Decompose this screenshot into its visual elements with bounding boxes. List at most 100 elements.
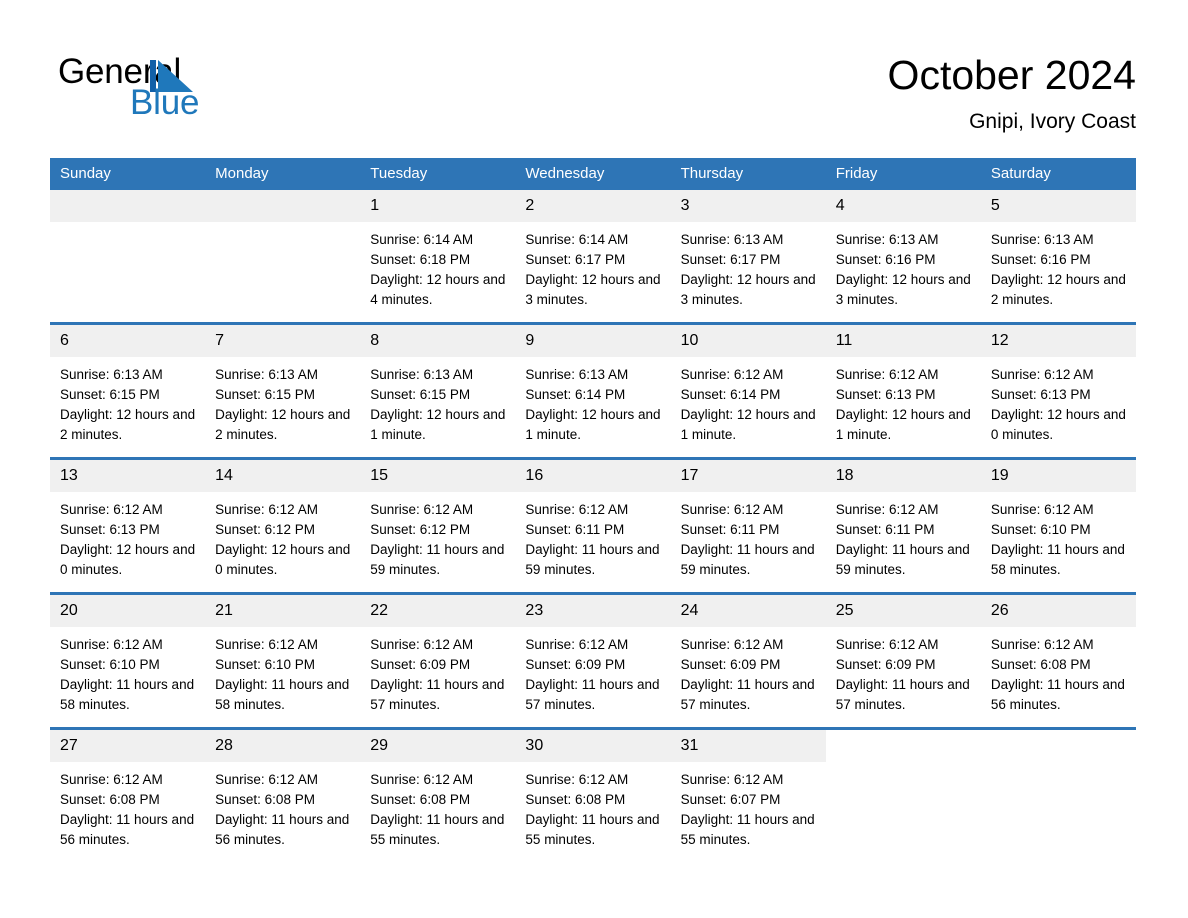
day-details: Sunrise: 6:12 AM Sunset: 6:11 PM Dayligh…: [515, 492, 670, 580]
daylight-text: Daylight: 11 hours and 57 minutes.: [835, 677, 970, 712]
day-number: 26: [980, 595, 1136, 627]
day-details: Sunrise: 6:13 AM Sunset: 6:15 PM Dayligh…: [50, 357, 205, 445]
sunset-text: Sunset: 6:09 PM: [525, 657, 626, 672]
calendar-day-cell[interactable]: 19 Sunrise: 6:12 AM Sunset: 6:10 PM Dayl…: [980, 457, 1136, 594]
calendar-day-cell[interactable]: 15 Sunrise: 6:12 AM Sunset: 6:12 PM Dayl…: [360, 457, 516, 594]
calendar-day-cell[interactable]: 22 Sunrise: 6:12 AM Sunset: 6:09 PM Dayl…: [360, 592, 516, 729]
daylight-text: Daylight: 11 hours and 55 minutes.: [525, 812, 660, 847]
day-number: 11: [825, 325, 981, 357]
sunrise-text: Sunrise: 6:12 AM: [60, 502, 163, 517]
sunset-text: Sunset: 6:08 PM: [60, 792, 160, 807]
sunrise-text: Sunrise: 6:14 AM: [370, 232, 474, 247]
daylight-text: Daylight: 11 hours and 56 minutes.: [215, 812, 350, 847]
sunset-text: Sunset: 6:15 PM: [60, 387, 160, 402]
sunrise-text: Sunrise: 6:13 AM: [60, 367, 163, 382]
calendar-day-cell[interactable]: 11 Sunrise: 6:12 AM Sunset: 6:13 PM Dayl…: [825, 322, 981, 459]
day-number: 7: [205, 325, 361, 357]
calendar-week-row: 13 Sunrise: 6:12 AM Sunset: 6:13 PM Dayl…: [50, 457, 1136, 594]
calendar-day-cell[interactable]: 17 Sunrise: 6:12 AM Sunset: 6:11 PM Dayl…: [670, 457, 826, 594]
sunrise-text: Sunrise: 6:12 AM: [990, 367, 1094, 382]
sunrise-text: Sunrise: 6:14 AM: [525, 232, 629, 247]
sunrise-text: Sunrise: 6:12 AM: [525, 772, 629, 787]
day-details: Sunrise: 6:12 AM Sunset: 6:10 PM Dayligh…: [205, 627, 360, 715]
sunset-text: Sunset: 6:08 PM: [525, 792, 626, 807]
day-number: 24: [670, 595, 826, 627]
day-details: Sunrise: 6:12 AM Sunset: 6:10 PM Dayligh…: [981, 492, 1136, 580]
sunrise-text: Sunrise: 6:12 AM: [215, 637, 318, 652]
calendar-day-cell[interactable]: 5 Sunrise: 6:13 AM Sunset: 6:16 PM Dayli…: [980, 190, 1136, 324]
sunrise-text: Sunrise: 6:13 AM: [525, 367, 629, 382]
day-number: 10: [670, 325, 826, 357]
calendar-day-cell[interactable]: 3 Sunrise: 6:13 AM Sunset: 6:17 PM Dayli…: [670, 190, 826, 324]
calendar-day-cell[interactable]: 8 Sunrise: 6:13 AM Sunset: 6:15 PM Dayli…: [360, 322, 516, 459]
day-details: Sunrise: 6:12 AM Sunset: 6:08 PM Dayligh…: [50, 762, 205, 850]
calendar-page: General Blue October 2024 Gnipi, Ivory C…: [0, 0, 1188, 918]
sunset-text: Sunset: 6:12 PM: [370, 522, 471, 537]
calendar-day-cell[interactable]: 30 Sunrise: 6:12 AM Sunset: 6:08 PM Dayl…: [515, 727, 671, 862]
weekday-header-tuesday: Tuesday: [360, 158, 516, 190]
calendar-day-cell[interactable]: 7 Sunrise: 6:13 AM Sunset: 6:15 PM Dayli…: [205, 322, 361, 459]
day-number: 6: [50, 325, 206, 357]
daylight-text: Daylight: 12 hours and 3 minutes.: [835, 272, 971, 307]
calendar-table: Sunday Monday Tuesday Wednesday Thursday…: [50, 158, 1136, 862]
sunset-text: Sunset: 6:08 PM: [990, 657, 1091, 672]
day-details: Sunrise: 6:12 AM Sunset: 6:11 PM Dayligh…: [826, 492, 981, 580]
day-number: 20: [50, 595, 206, 627]
day-number: 25: [825, 595, 981, 627]
weekday-header-monday: Monday: [205, 158, 361, 190]
sunrise-text: Sunrise: 6:12 AM: [60, 637, 163, 652]
location-subtitle: Gnipi, Ivory Coast: [969, 110, 1136, 133]
calendar-week-row: 20 Sunrise: 6:12 AM Sunset: 6:10 PM Dayl…: [50, 592, 1136, 729]
calendar-day-cell[interactable]: 4 Sunrise: 6:13 AM Sunset: 6:16 PM Dayli…: [825, 190, 981, 324]
calendar-day-cell[interactable]: 16 Sunrise: 6:12 AM Sunset: 6:11 PM Dayl…: [515, 457, 671, 594]
day-number: 18: [825, 460, 981, 492]
calendar-day-cell[interactable]: 29 Sunrise: 6:12 AM Sunset: 6:08 PM Dayl…: [360, 727, 516, 862]
daylight-text: Daylight: 12 hours and 0 minutes.: [990, 407, 1126, 442]
day-number: 15: [360, 460, 516, 492]
sunset-text: Sunset: 6:10 PM: [60, 657, 160, 672]
day-number: 17: [670, 460, 826, 492]
sunrise-text: Sunrise: 6:13 AM: [990, 232, 1094, 247]
daylight-text: Daylight: 11 hours and 59 minutes.: [835, 542, 970, 577]
day-number: 22: [360, 595, 516, 627]
calendar-day-cell[interactable]: 9 Sunrise: 6:13 AM Sunset: 6:14 PM Dayli…: [515, 322, 671, 459]
calendar-week-row: 27 Sunrise: 6:12 AM Sunset: 6:08 PM Dayl…: [50, 727, 1136, 862]
sunrise-text: Sunrise: 6:12 AM: [835, 502, 939, 517]
sunset-text: Sunset: 6:14 PM: [680, 387, 781, 402]
sunset-text: Sunset: 6:08 PM: [215, 792, 315, 807]
calendar-day-cell[interactable]: 25 Sunrise: 6:12 AM Sunset: 6:09 PM Dayl…: [825, 592, 981, 729]
day-details: Sunrise: 6:12 AM Sunset: 6:11 PM Dayligh…: [671, 492, 826, 580]
day-number: 21: [205, 595, 361, 627]
daylight-text: Daylight: 12 hours and 1 minute.: [525, 407, 661, 442]
sunset-text: Sunset: 6:10 PM: [990, 522, 1091, 537]
calendar-day-cell[interactable]: 18 Sunrise: 6:12 AM Sunset: 6:11 PM Dayl…: [825, 457, 981, 594]
day-details: Sunrise: 6:12 AM Sunset: 6:08 PM Dayligh…: [981, 627, 1136, 715]
calendar-day-cell[interactable]: 20 Sunrise: 6:12 AM Sunset: 6:10 PM Dayl…: [50, 592, 206, 729]
day-number: [205, 190, 361, 222]
calendar-day-cell[interactable]: 31 Sunrise: 6:12 AM Sunset: 6:07 PM Dayl…: [670, 727, 826, 862]
daylight-text: Daylight: 12 hours and 2 minutes.: [215, 407, 351, 442]
calendar-day-cell[interactable]: 2 Sunrise: 6:14 AM Sunset: 6:17 PM Dayli…: [515, 190, 671, 324]
day-details: Sunrise: 6:12 AM Sunset: 6:09 PM Dayligh…: [360, 627, 515, 715]
daylight-text: Daylight: 12 hours and 3 minutes.: [525, 272, 661, 307]
calendar-day-cell[interactable]: 6 Sunrise: 6:13 AM Sunset: 6:15 PM Dayli…: [50, 322, 206, 459]
calendar-day-cell[interactable]: 10 Sunrise: 6:12 AM Sunset: 6:14 PM Dayl…: [670, 322, 826, 459]
calendar-day-cell[interactable]: 14 Sunrise: 6:12 AM Sunset: 6:12 PM Dayl…: [205, 457, 361, 594]
day-details: Sunrise: 6:12 AM Sunset: 6:13 PM Dayligh…: [981, 357, 1136, 445]
weekday-header-wednesday: Wednesday: [515, 158, 671, 190]
sunrise-text: Sunrise: 6:13 AM: [370, 367, 474, 382]
calendar-day-cell[interactable]: 12 Sunrise: 6:12 AM Sunset: 6:13 PM Dayl…: [980, 322, 1136, 459]
calendar-day-cell[interactable]: 24 Sunrise: 6:12 AM Sunset: 6:09 PM Dayl…: [670, 592, 826, 729]
day-number: 30: [515, 730, 671, 762]
calendar-day-cell[interactable]: 27 Sunrise: 6:12 AM Sunset: 6:08 PM Dayl…: [50, 727, 206, 862]
calendar-day-cell[interactable]: 1 Sunrise: 6:14 AM Sunset: 6:18 PM Dayli…: [360, 190, 516, 324]
calendar-day-cell[interactable]: 28 Sunrise: 6:12 AM Sunset: 6:08 PM Dayl…: [205, 727, 361, 862]
sunset-text: Sunset: 6:17 PM: [525, 252, 626, 267]
day-details: Sunrise: 6:12 AM Sunset: 6:09 PM Dayligh…: [671, 627, 826, 715]
calendar-day-cell[interactable]: 23 Sunrise: 6:12 AM Sunset: 6:09 PM Dayl…: [515, 592, 671, 729]
calendar-day-cell[interactable]: 13 Sunrise: 6:12 AM Sunset: 6:13 PM Dayl…: [50, 457, 206, 594]
sunrise-text: Sunrise: 6:12 AM: [835, 637, 939, 652]
daylight-text: Daylight: 12 hours and 1 minute.: [835, 407, 971, 442]
calendar-day-cell[interactable]: 21 Sunrise: 6:12 AM Sunset: 6:10 PM Dayl…: [205, 592, 361, 729]
calendar-day-cell[interactable]: 26 Sunrise: 6:12 AM Sunset: 6:08 PM Dayl…: [980, 592, 1136, 729]
